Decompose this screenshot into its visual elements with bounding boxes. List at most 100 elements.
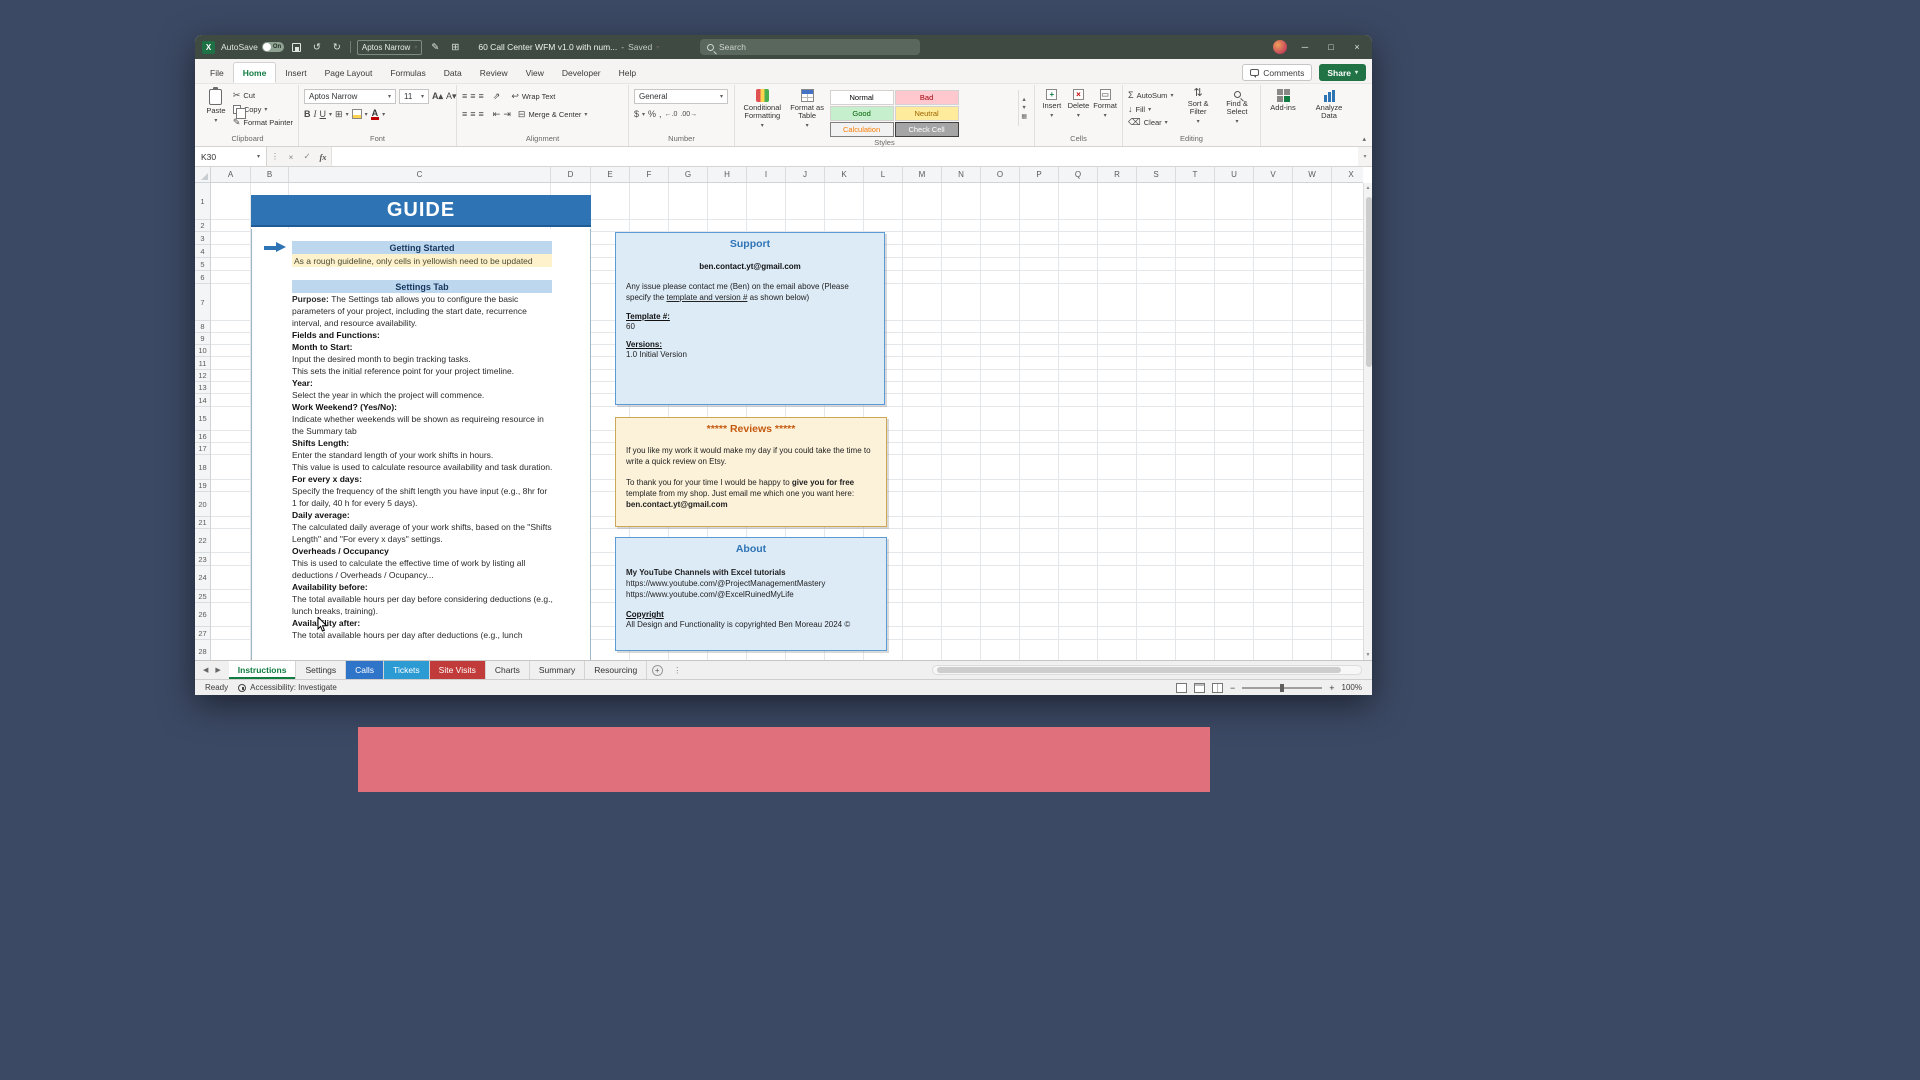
row-header-25[interactable]: 25 xyxy=(195,590,210,603)
cell-style-neutral[interactable]: Neutral xyxy=(895,106,959,121)
orientation-icon[interactable]: ⇗ xyxy=(493,92,501,101)
sheet-nav-left-icon[interactable]: ◀ xyxy=(203,666,208,674)
horizontal-scrollbar[interactable] xyxy=(932,665,1362,675)
cancel-entry-icon[interactable]: × xyxy=(283,147,299,166)
sheet-tab-instructions[interactable]: Instructions xyxy=(229,661,297,679)
sheet-nav-right-icon[interactable]: ▶ xyxy=(215,666,220,674)
row-header-18[interactable]: 18 xyxy=(195,455,210,480)
sort-filter-button[interactable]: ⇅ Sort & Filter▾ xyxy=(1180,87,1216,126)
redo-button[interactable]: ↻ xyxy=(330,40,344,54)
ribbon-tab-home[interactable]: Home xyxy=(233,62,277,83)
decrease-font-icon[interactable]: A▾ xyxy=(446,92,457,101)
font-name-selector[interactable]: Aptos Narrow▾ xyxy=(304,89,396,104)
sheet-tab-summary[interactable]: Summary xyxy=(530,661,585,679)
align-right-icon[interactable]: ≡ xyxy=(479,110,484,119)
cell-style-bad[interactable]: Bad xyxy=(895,90,959,105)
row-header-21[interactable]: 21 xyxy=(195,517,210,529)
ribbon-tab-formulas[interactable]: Formulas xyxy=(381,62,434,83)
addins-button[interactable]: Add-ins xyxy=(1266,87,1300,112)
qat-font-selector[interactable]: Aptos Narrow▾ xyxy=(357,40,422,55)
insert-function-icon[interactable]: fx xyxy=(315,147,331,166)
align-left-icon[interactable]: ≡ xyxy=(462,110,467,119)
sheet-tab-resourcing[interactable]: Resourcing xyxy=(585,661,647,679)
conditional-formatting-button[interactable]: Conditional Formatting▾ xyxy=(740,87,785,130)
row-header-16[interactable]: 16 xyxy=(195,431,210,443)
column-header-f[interactable]: F xyxy=(630,167,669,182)
column-header-w[interactable]: W xyxy=(1293,167,1332,182)
row-header-17[interactable]: 17 xyxy=(195,443,210,455)
new-sheet-button[interactable]: + xyxy=(647,661,667,679)
column-header-p[interactable]: P xyxy=(1020,167,1059,182)
borders-button[interactable]: ⊞ xyxy=(335,110,343,119)
search-input[interactable] xyxy=(719,42,913,52)
row-header-11[interactable]: 11 xyxy=(195,357,210,370)
row-header-24[interactable]: 24 xyxy=(195,566,210,590)
accessibility-status[interactable]: Accessibility: Investigate xyxy=(238,683,337,692)
format-painter-qat-icon[interactable]: ✎ xyxy=(428,40,442,54)
column-header-j[interactable]: J xyxy=(786,167,825,182)
row-header-4[interactable]: 4 xyxy=(195,245,210,258)
row-header-2[interactable]: 2 xyxy=(195,220,210,232)
italic-button[interactable]: I xyxy=(314,110,317,119)
ribbon-tab-page-layout[interactable]: Page Layout xyxy=(316,62,382,83)
row-header-9[interactable]: 9 xyxy=(195,333,210,345)
percent-style-icon[interactable]: % xyxy=(648,110,656,119)
row-header-27[interactable]: 27 xyxy=(195,627,210,640)
about-box[interactable]: About My YouTube Channels with Excel tut… xyxy=(615,537,887,651)
zoom-slider-thumb[interactable] xyxy=(1280,684,1284,692)
row-header-20[interactable]: 20 xyxy=(195,492,210,517)
cell-style-calculation[interactable]: Calculation xyxy=(830,122,894,137)
column-header-d[interactable]: D xyxy=(551,167,591,182)
row-header-8[interactable]: 8 xyxy=(195,321,210,333)
column-header-r[interactable]: R xyxy=(1098,167,1137,182)
decrease-indent-icon[interactable]: ⇤ xyxy=(493,110,501,119)
sheet-tab-settings[interactable]: Settings xyxy=(296,661,346,679)
column-header-h[interactable]: H xyxy=(708,167,747,182)
bold-button[interactable]: B xyxy=(304,110,311,119)
zoom-slider[interactable] xyxy=(1242,687,1322,689)
decrease-decimal-icon[interactable]: .00→ xyxy=(680,110,697,119)
row-header-15[interactable]: 15 xyxy=(195,407,210,431)
scroll-up-icon[interactable]: ▲ xyxy=(1364,185,1372,191)
vertical-scroll-thumb[interactable] xyxy=(1366,197,1372,367)
find-select-button[interactable]: Find & Select▾ xyxy=(1219,87,1255,126)
ribbon-tab-file[interactable]: File xyxy=(201,62,233,83)
format-cells-button[interactable]: ▭ Format▾ xyxy=(1093,87,1117,120)
column-header-t[interactable]: T xyxy=(1176,167,1215,182)
ribbon-tab-help[interactable]: Help xyxy=(610,62,645,83)
borders-qat-icon[interactable]: ⊞ xyxy=(448,40,462,54)
align-center-icon[interactable]: ≡ xyxy=(470,110,475,119)
paste-button[interactable]: Paste▾ xyxy=(202,87,230,125)
ribbon-tab-data[interactable]: Data xyxy=(435,62,471,83)
close-button[interactable]: × xyxy=(1349,39,1365,55)
ribbon-tab-developer[interactable]: Developer xyxy=(553,62,610,83)
accounting-format-icon[interactable]: $ xyxy=(634,110,639,119)
vertical-scrollbar[interactable]: ▲ ▼ xyxy=(1363,183,1372,660)
page-break-view-icon[interactable] xyxy=(1212,683,1223,693)
formula-input[interactable] xyxy=(331,147,1358,166)
name-box[interactable]: K30▾ xyxy=(195,147,267,166)
sheet-tab-charts[interactable]: Charts xyxy=(486,661,530,679)
fill-button[interactable]: ↓Fill▾ xyxy=(1128,103,1177,116)
underline-button[interactable]: U xyxy=(320,110,327,119)
tab-options-icon[interactable]: ⋮ xyxy=(673,666,681,675)
confirm-entry-icon[interactable]: ✓ xyxy=(299,147,315,166)
increase-font-icon[interactable]: A▴ xyxy=(432,92,443,101)
row-header-10[interactable]: 10 xyxy=(195,345,210,357)
page-layout-view-icon[interactable] xyxy=(1194,683,1205,693)
column-header-e[interactable]: E xyxy=(591,167,630,182)
row-header-1[interactable]: 1 xyxy=(195,183,210,220)
row-header-22[interactable]: 22 xyxy=(195,529,210,553)
select-all-corner[interactable] xyxy=(195,167,211,183)
font-color-button[interactable]: A xyxy=(371,109,380,120)
cut-button[interactable]: ✂Cut xyxy=(233,89,293,102)
column-header-b[interactable]: B xyxy=(251,167,289,182)
copy-button[interactable]: Copy▾ xyxy=(233,103,293,116)
sheet-tab-tickets[interactable]: Tickets xyxy=(384,661,430,679)
zoom-level[interactable]: 100% xyxy=(1342,683,1362,692)
normal-view-icon[interactable] xyxy=(1176,683,1187,693)
column-header-k[interactable]: K xyxy=(825,167,864,182)
autosave-switch-icon[interactable]: On xyxy=(262,42,284,52)
column-header-i[interactable]: I xyxy=(747,167,786,182)
expand-formula-bar-icon[interactable]: ▾ xyxy=(1358,147,1372,166)
